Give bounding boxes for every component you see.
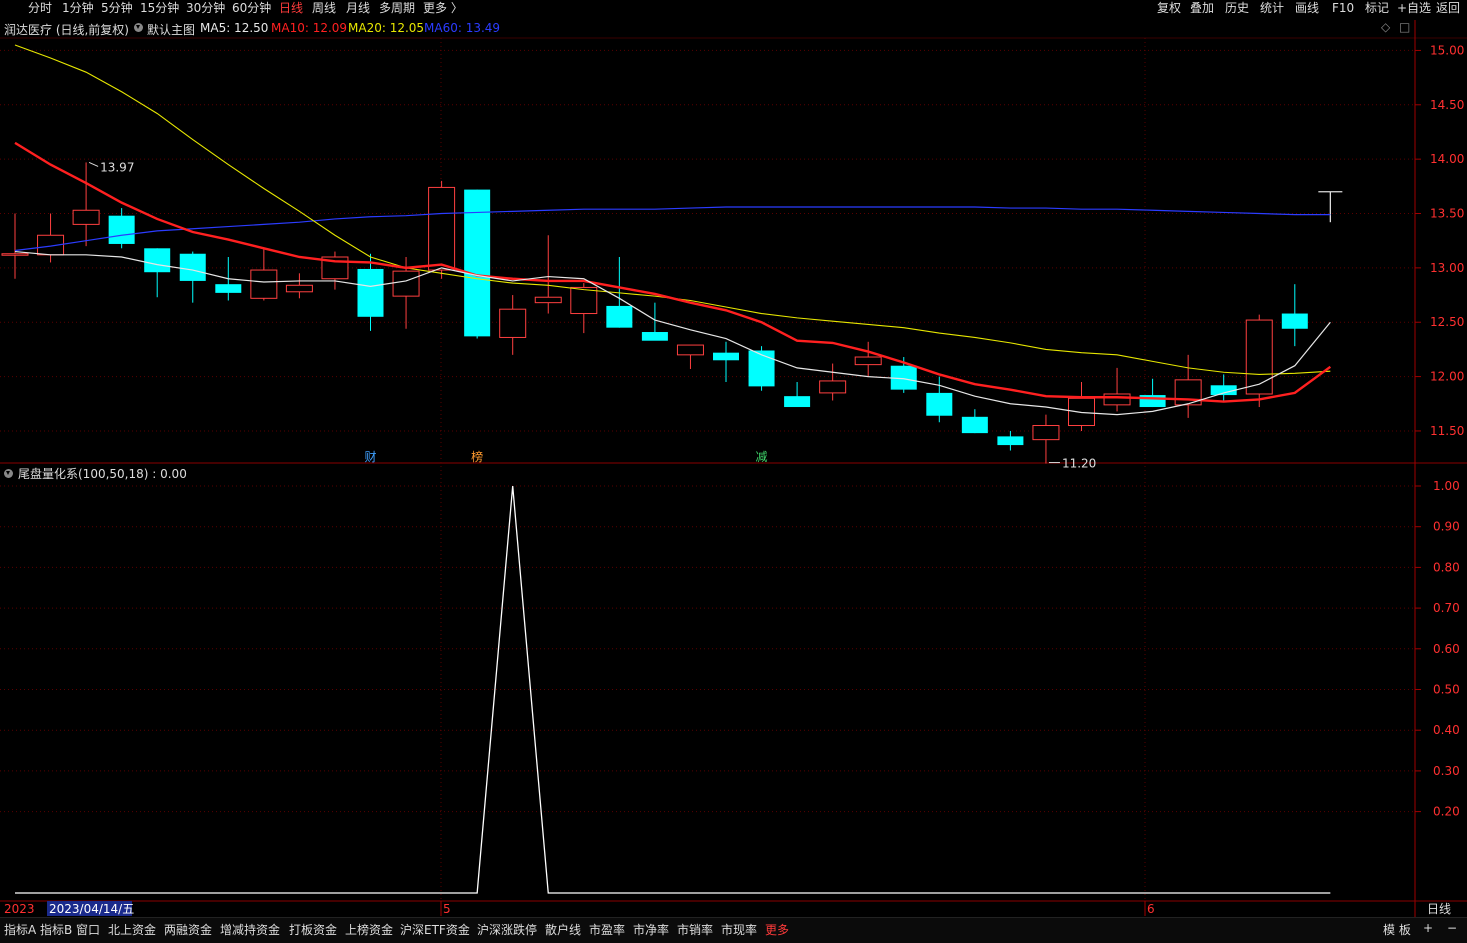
diamond-icon[interactable]: ◇ xyxy=(1381,20,1390,34)
ma5-label: MA5: 12.50 xyxy=(200,21,269,35)
indicator-axis-label: 0.80 xyxy=(1433,560,1460,574)
candle-down xyxy=(997,436,1024,446)
candle-down xyxy=(641,332,668,341)
candle-down xyxy=(179,253,206,281)
indicator-tab-10[interactable]: 散户线 xyxy=(545,921,581,939)
candle-up xyxy=(1245,319,1273,395)
candle-down xyxy=(215,284,242,293)
indicator-title: 尾盘量化系(100,50,18) : 0.00 xyxy=(18,467,187,481)
ma5-line xyxy=(14,250,1331,416)
template-collapse-icon[interactable] xyxy=(134,21,143,35)
indicator-tab-4[interactable]: 两融资金 xyxy=(164,921,212,939)
indicator-tab-7[interactable]: 上榜资金 xyxy=(345,921,393,939)
price-axis-label: 14.00 xyxy=(1430,152,1464,166)
indicator-axis-label: 0.20 xyxy=(1433,805,1460,819)
price-axis-label: 13.00 xyxy=(1430,261,1464,275)
indicator-tabbar: 模 板 + − 指标A 指标B 窗口 北上资金 两融资金 增减持资金 打板资金 上榜资金 沪深E… xyxy=(0,917,1467,943)
candle-up xyxy=(392,270,420,297)
indicator-axis-label: 0.50 xyxy=(1433,683,1460,697)
price-axis-label: 12.00 xyxy=(1430,370,1464,384)
candle-up xyxy=(854,356,882,366)
ma60-label: MA60: 13.49 xyxy=(424,21,501,35)
cursor-date-label: 2023/04/14/五 xyxy=(49,902,134,916)
chart-surface[interactable]: 15.00 14.50 14.00 13.50 13.00 12.50 12.00 11.50… xyxy=(0,0,1467,917)
indicator-tab-11[interactable]: 市盈率 xyxy=(589,921,625,939)
high-marker-label: 13.97 xyxy=(100,160,134,174)
candle-down xyxy=(784,396,811,408)
event-tag: 财 xyxy=(365,450,377,464)
indicator-axis-label: 0.90 xyxy=(1433,520,1460,534)
event-tag: 榜 xyxy=(471,449,483,464)
template-button[interactable]: 模 板 xyxy=(1383,921,1411,938)
price-axis-label: 15.00 xyxy=(1430,43,1464,57)
month-label: 5 xyxy=(443,902,451,916)
candle-down xyxy=(1281,313,1308,329)
ma20-label: MA20: 12.05 xyxy=(348,21,425,35)
zoom-in-button[interactable]: + xyxy=(1423,921,1433,935)
candle-down xyxy=(713,352,739,361)
price-axis-label: 14.50 xyxy=(1430,98,1464,112)
candle-up xyxy=(570,286,598,315)
ma10-label: MA10: 12.09 xyxy=(271,21,348,35)
indicator-tab-15[interactable]: 更多 xyxy=(765,921,789,939)
candle-up xyxy=(499,308,527,338)
indicator-axis-label: 0.60 xyxy=(1433,642,1460,656)
date-axis-start: 2023 xyxy=(4,902,35,916)
candle-down xyxy=(144,248,171,273)
candle-up xyxy=(428,186,456,271)
candle-up xyxy=(1,253,29,256)
stock-title: 润达医疗 (日线,前复权) xyxy=(4,23,129,37)
indicator-axis-label: 1.00 xyxy=(1433,479,1460,493)
indicator-axis-label: 0.30 xyxy=(1433,764,1460,778)
candle-up xyxy=(1103,393,1131,406)
candle-up xyxy=(534,296,562,304)
candle-up xyxy=(72,209,100,225)
candle-up xyxy=(250,269,278,299)
high-marker-arrow xyxy=(88,161,99,167)
candle-down xyxy=(357,268,384,317)
candle-down xyxy=(961,416,988,434)
indicator-collapse-icon[interactable] xyxy=(4,467,13,481)
candle-up xyxy=(819,380,847,394)
zoom-out-button[interactable]: − xyxy=(1447,921,1457,935)
candle-down xyxy=(108,215,135,244)
candle-up xyxy=(1032,425,1060,441)
template-label: 默认主图 xyxy=(147,23,196,37)
indicator-tab-3[interactable]: 北上资金 xyxy=(108,921,156,939)
ma10-line xyxy=(14,141,1332,403)
indicator-tab-9[interactable]: 沪深涨跌停 xyxy=(477,921,537,939)
event-tag: 减 xyxy=(756,450,768,464)
indicator-tab-0[interactable]: 指标A xyxy=(4,921,36,939)
candle-up xyxy=(676,344,704,356)
month-label: 6 xyxy=(1147,902,1155,916)
candle-down xyxy=(926,392,953,416)
indicator-tab-1[interactable]: 指标B xyxy=(40,921,72,939)
indicator-tab-13[interactable]: 市销率 xyxy=(677,921,713,939)
price-axis-label: 13.50 xyxy=(1430,207,1464,221)
period-label: 日线 xyxy=(1427,902,1451,916)
indicator-tab-8[interactable]: 沪深ETF资金 xyxy=(400,921,470,939)
candle-down xyxy=(748,350,775,387)
indicator-tab-5[interactable]: 增减持资金 xyxy=(220,921,280,939)
indicator-tab-2[interactable]: 窗口 xyxy=(76,921,100,939)
candle-up xyxy=(285,284,313,293)
candle-down xyxy=(606,305,633,328)
low-marker-label: 11.20 xyxy=(1062,457,1096,471)
price-axis-label: 12.50 xyxy=(1430,315,1464,329)
indicator-tab-6[interactable]: 打板资金 xyxy=(289,921,337,939)
indicator-axis-label: 0.70 xyxy=(1433,601,1460,615)
indicator-axis-label: 0.40 xyxy=(1433,723,1460,737)
indicator-tab-14[interactable]: 市现率 xyxy=(721,921,757,939)
indicator-tab-12[interactable]: 市净率 xyxy=(633,921,669,939)
close-panel-icon[interactable]: □ xyxy=(1399,20,1410,34)
price-axis-label: 11.50 xyxy=(1430,424,1464,438)
